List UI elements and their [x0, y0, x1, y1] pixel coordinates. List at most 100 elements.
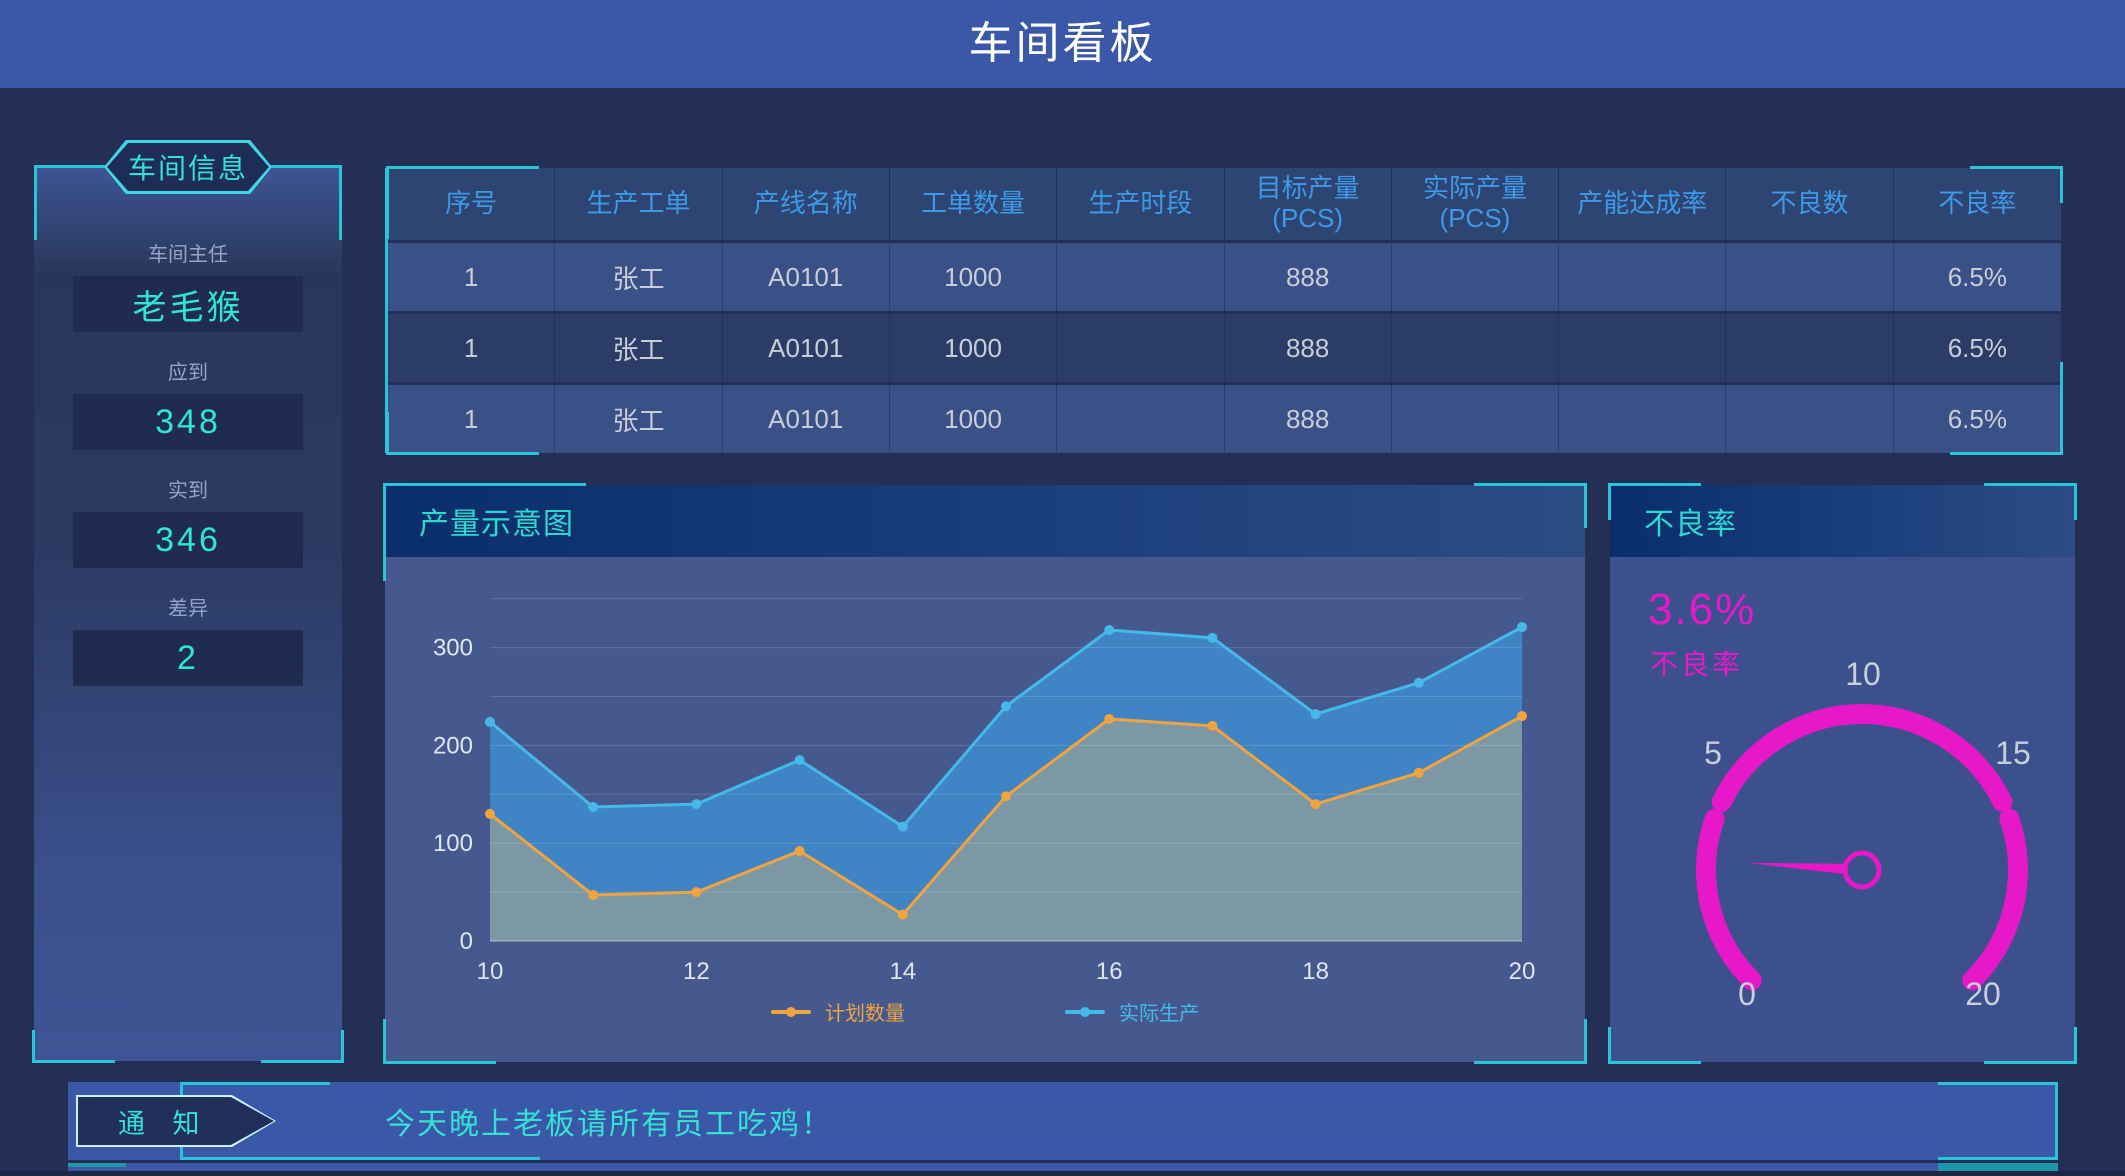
- chart-shape: [588, 802, 598, 812]
- table-cell: 888: [1225, 314, 1392, 382]
- table-body: 1张工A010110008886.5%1张工A010110008886.5%1张…: [388, 243, 2061, 453]
- chart-shape: [1001, 791, 1011, 801]
- defect-rate-value: 3.6%: [1648, 585, 1756, 635]
- axis-label: 12: [683, 958, 710, 985]
- table-cell: 张工: [555, 314, 722, 382]
- axis-label: 300: [433, 635, 473, 662]
- legend-label: 计划数量: [825, 997, 905, 1026]
- table-cell: 1000: [890, 243, 1057, 311]
- table-cell: [1559, 385, 1726, 453]
- table-cell: 1: [388, 314, 555, 382]
- field-label: 实到: [34, 474, 342, 503]
- table-cell: [1726, 243, 1893, 311]
- chart-shape: [485, 717, 495, 727]
- field-value-box: 老毛猴: [73, 276, 303, 332]
- field-value-box: 348: [73, 394, 303, 450]
- field-value-box: 2: [73, 630, 303, 686]
- table-header-row: 序号生产工单产线名称工单数量生产时段目标产量(PCS)实际产量(PCS)产能达成…: [388, 168, 2061, 240]
- table-cell: [1057, 243, 1224, 311]
- column-header: 不良数: [1726, 168, 1893, 240]
- chart-shape: [1001, 701, 1011, 711]
- notice-bar: 通 知 今天晚上老板请所有员工吃鸡！: [68, 1082, 2058, 1160]
- table-cell: 1000: [890, 385, 1057, 453]
- chart-shape: [795, 846, 805, 856]
- axis-label: 200: [433, 732, 473, 759]
- table-cell: [1392, 385, 1559, 453]
- notice-message: 今天晚上老板请所有员工吃鸡！: [385, 1082, 833, 1160]
- table-cell: [1057, 314, 1224, 382]
- table-cell: [1726, 385, 1893, 453]
- notice-badge: 通 知: [76, 1095, 276, 1147]
- table-row: 1张工A010110008886.5%: [388, 243, 2061, 311]
- page-title: 车间看板: [0, 0, 2125, 88]
- chart-shape: [1207, 721, 1217, 731]
- bottom-edge: [0, 1171, 2125, 1176]
- table-cell: 888: [1225, 243, 1392, 311]
- table-cell: A0101: [723, 243, 890, 311]
- axis-label: 16: [1096, 958, 1123, 985]
- legend-marker: [771, 1010, 811, 1014]
- table-cell: [1057, 385, 1224, 453]
- table-cell: 张工: [555, 243, 722, 311]
- legend-label: 实际生产: [1119, 997, 1199, 1026]
- axis-label: 15: [1995, 735, 2031, 771]
- table-cell: 1: [388, 243, 555, 311]
- legend-item: 实际生产: [1065, 997, 1199, 1026]
- notice-badge-label: 通 知: [78, 1097, 274, 1145]
- chart-area: 0100200300101214161820 计划数量实际生产: [385, 557, 1585, 1062]
- column-header: 产线名称: [723, 168, 890, 240]
- gauge-title: 不良率: [1610, 485, 2075, 557]
- chart-shape: [1706, 819, 1752, 980]
- axis-label: 5: [1704, 735, 1722, 771]
- corner-bracket: [32, 1030, 115, 1063]
- axis-label: 18: [1302, 958, 1329, 985]
- chart-shape: [485, 809, 495, 819]
- chart-shape: [588, 890, 598, 900]
- chart-shape: [1104, 625, 1114, 635]
- column-header: 生产时段: [1057, 168, 1224, 240]
- axis-label: 20: [1509, 958, 1536, 985]
- chart-shape: [691, 799, 701, 809]
- chart-shape: [898, 822, 908, 832]
- chart-shape: [1972, 819, 2018, 980]
- table-cell: [1559, 314, 1726, 382]
- chart-shape: [691, 887, 701, 897]
- table-cell: [1726, 314, 1893, 382]
- legend-marker: [1065, 1010, 1105, 1014]
- chart-title: 产量示意图: [385, 485, 1585, 557]
- legend-marker-dot: [786, 1007, 796, 1017]
- axis-label: 14: [889, 958, 916, 985]
- table-cell: 6.5%: [1894, 385, 2061, 453]
- table-cell: A0101: [723, 314, 890, 382]
- table-cell: 1000: [890, 314, 1057, 382]
- axis-label: 10: [477, 958, 504, 985]
- chart-shape: [1104, 714, 1114, 724]
- workshop-info-panel: 车间信息 车间主任老毛猴应到348实到346差异2: [34, 165, 342, 1061]
- table-cell: 888: [1225, 385, 1392, 453]
- column-header: 生产工单: [555, 168, 722, 240]
- corner-bracket: [68, 1163, 126, 1167]
- chart-shape: [1517, 622, 1527, 632]
- notice-border: [1938, 1157, 2058, 1160]
- workshop-dashboard: 车间看板 车间信息 车间主任老毛猴应到348实到346差异2 序号生产工单产线名…: [0, 0, 2125, 1176]
- table-cell: 6.5%: [1894, 314, 2061, 382]
- notice-border: [180, 1082, 330, 1085]
- chart-shape: [1414, 678, 1424, 688]
- chart-shape: [1845, 853, 1879, 887]
- table-cell: [1392, 243, 1559, 311]
- defect-gauge-panel: 不良率 3.6% 不良率 05101520: [1610, 485, 2075, 1062]
- chart-shape: [1207, 633, 1217, 643]
- chart-shape: [1722, 714, 2003, 802]
- table-cell: A0101: [723, 385, 890, 453]
- chart-shape: [1517, 711, 1527, 721]
- corner-bracket: [261, 1030, 344, 1063]
- field-label: 差异: [34, 592, 342, 621]
- chart-shape: [1311, 799, 1321, 809]
- chart-shape: [1311, 709, 1321, 719]
- axis-label: 20: [1965, 976, 2001, 1012]
- chart-shape: [1414, 768, 1424, 778]
- axis-label: 10: [1845, 656, 1881, 692]
- chart-shape: [795, 755, 805, 765]
- page-header: 车间看板: [0, 0, 2125, 88]
- field-label: 车间主任: [34, 238, 342, 267]
